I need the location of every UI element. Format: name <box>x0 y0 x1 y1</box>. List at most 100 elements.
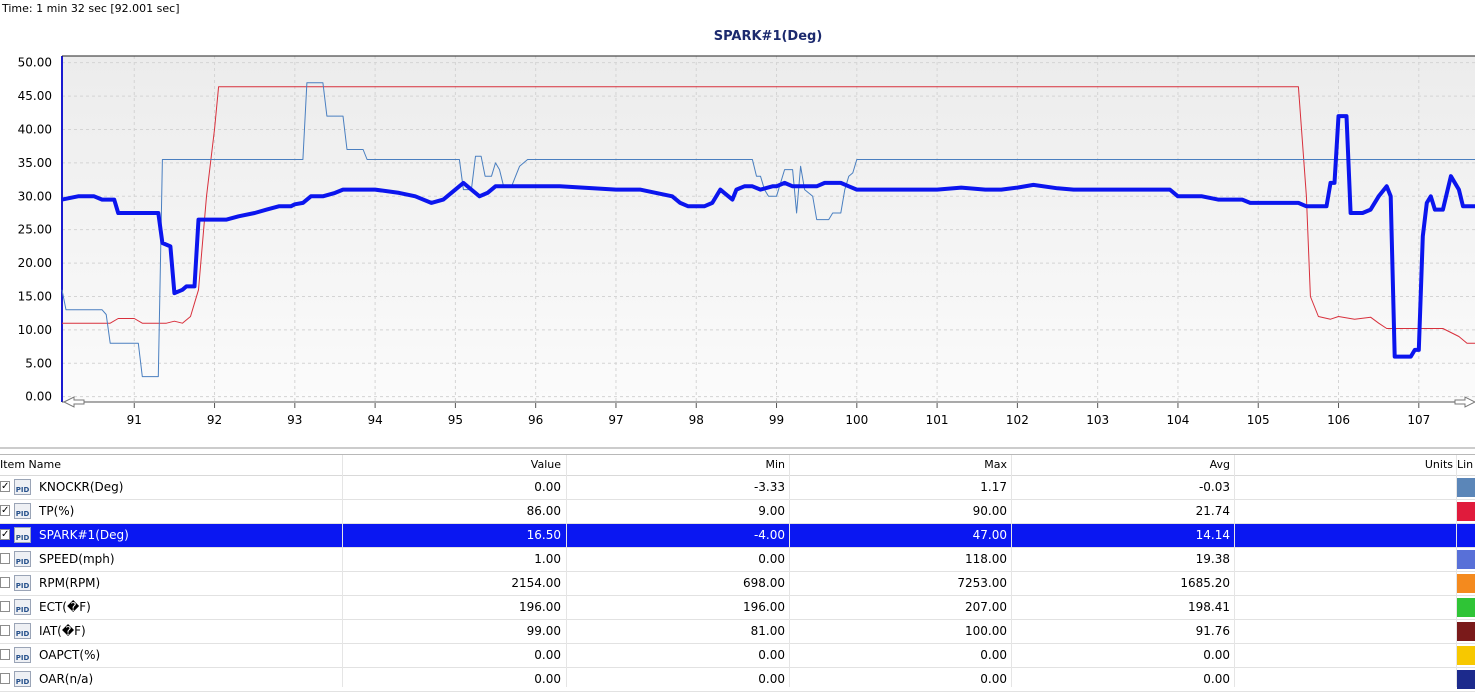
x-tick-label: 104 <box>1166 413 1189 427</box>
item-max: 0.00 <box>980 672 1007 686</box>
table-row[interactable]: ✓ PID SPARK#1(Deg) 16.50 -4.00 47.00 14.14 <box>0 524 1475 548</box>
item-min: 0.00 <box>758 648 785 662</box>
item-avg: 19.38 <box>1195 552 1230 566</box>
item-avg: 1685.20 <box>1180 576 1230 590</box>
x-tick-label: 101 <box>926 413 949 427</box>
item-name: OAPCT(%) <box>39 648 101 662</box>
item-name: SPEED(mph) <box>39 552 115 566</box>
x-tick-label: 92 <box>207 413 222 427</box>
pid-icon: PID <box>14 575 31 591</box>
item-value: 0.00 <box>534 648 561 662</box>
line-color-swatch[interactable] <box>1457 502 1475 521</box>
y-tick-label: 35.00 <box>18 156 52 170</box>
item-min: -3.33 <box>753 480 785 494</box>
item-value: 1.00 <box>534 552 561 566</box>
line-color-swatch[interactable] <box>1457 598 1475 617</box>
item-name: KNOCKR(Deg) <box>39 480 124 494</box>
row-checkbox[interactable] <box>0 649 10 660</box>
line-color-swatch[interactable] <box>1457 622 1475 641</box>
item-value: 0.00 <box>534 480 561 494</box>
x-tick-label: 107 <box>1407 413 1430 427</box>
x-tick-label: 95 <box>448 413 463 427</box>
row-checkbox[interactable] <box>0 601 10 612</box>
x-tick-label: 97 <box>608 413 623 427</box>
y-tick-label: 25.00 <box>18 223 52 237</box>
y-tick-label: 40.00 <box>18 122 52 136</box>
y-tick-label: 45.00 <box>18 89 52 103</box>
y-tick-label: 20.00 <box>18 256 52 270</box>
y-tick-label: 15.00 <box>18 289 52 303</box>
header-line[interactable]: Lin <box>1457 458 1473 471</box>
item-name: ECT(�F) <box>39 600 91 614</box>
spark-chart[interactable]: SPARK#1(Deg) 50.00 45.00 40.00 35.00 30.00 25.… <box>0 0 1475 450</box>
table-row[interactable]: PID SPEED(mph) 1.00 0.00 118.00 19.38 <box>0 548 1475 572</box>
item-value: 99.00 <box>526 624 561 638</box>
item-avg: 91.76 <box>1195 624 1230 638</box>
item-value: 2154.00 <box>511 576 561 590</box>
item-avg: 21.74 <box>1195 504 1230 518</box>
x-tick-label: 93 <box>287 413 302 427</box>
row-checkbox[interactable] <box>0 577 10 588</box>
pid-icon: PID <box>14 599 31 615</box>
pid-icon: PID <box>14 479 31 495</box>
x-tick-label: 105 <box>1247 413 1270 427</box>
item-value: 16.50 <box>526 528 561 542</box>
header-min[interactable]: Min <box>765 458 785 471</box>
item-avg: 14.14 <box>1195 528 1230 542</box>
item-max: 7253.00 <box>957 576 1007 590</box>
row-checkbox[interactable] <box>0 553 10 564</box>
item-value: 0.00 <box>534 672 561 686</box>
row-checkbox[interactable] <box>0 625 10 636</box>
item-min: 196.00 <box>743 600 785 614</box>
header-avg[interactable]: Avg <box>1210 458 1230 471</box>
x-tick-label: 94 <box>367 413 382 427</box>
table-row[interactable]: PID OAPCT(%) 0.00 0.00 0.00 0.00 <box>0 644 1475 668</box>
x-tick-label: 96 <box>528 413 543 427</box>
table-row[interactable]: ✓ PID KNOCKR(Deg) 0.00 -3.33 1.17 -0.03 <box>0 476 1475 500</box>
table-row[interactable]: ✓ PID TP(%) 86.00 9.00 90.00 21.74 <box>0 500 1475 524</box>
item-name: RPM(RPM) <box>39 576 101 590</box>
x-tick-label: 91 <box>127 413 142 427</box>
item-name: TP(%) <box>39 504 75 518</box>
table-row[interactable]: PID IAT(�F) 99.00 81.00 100.00 91.76 <box>0 620 1475 644</box>
item-min: 9.00 <box>758 504 785 518</box>
header-item-name[interactable]: Item Name <box>0 458 61 471</box>
pid-icon: PID <box>14 503 31 519</box>
header-value[interactable]: Value <box>531 458 561 471</box>
table-row[interactable]: PID ECT(�F) 196.00 196.00 207.00 198.41 <box>0 596 1475 620</box>
pid-icon: PID <box>14 551 31 567</box>
row-checkbox[interactable]: ✓ <box>0 505 10 516</box>
x-tick-label: 103 <box>1086 413 1109 427</box>
x-tick-label: 106 <box>1327 413 1350 427</box>
item-max: 100.00 <box>965 624 1007 638</box>
line-color-swatch[interactable] <box>1457 526 1475 545</box>
item-min: 0.00 <box>758 552 785 566</box>
line-color-swatch[interactable] <box>1457 670 1475 689</box>
line-color-swatch[interactable] <box>1457 646 1475 665</box>
table-row[interactable]: PID OAR(n/a) 0.00 0.00 0.00 0.00 <box>0 668 1475 692</box>
item-max: 118.00 <box>965 552 1007 566</box>
item-max: 47.00 <box>972 528 1007 542</box>
item-min: -4.00 <box>753 528 785 542</box>
item-value: 196.00 <box>519 600 561 614</box>
row-checkbox[interactable]: ✓ <box>0 481 10 492</box>
item-max: 0.00 <box>980 648 1007 662</box>
header-max[interactable]: Max <box>984 458 1007 471</box>
plot-area <box>62 56 1475 402</box>
chart-title: SPARK#1(Deg) <box>714 29 823 44</box>
x-tick-label: 100 <box>845 413 868 427</box>
item-max: 90.00 <box>972 504 1007 518</box>
item-max: 207.00 <box>965 600 1007 614</box>
x-tick-label: 102 <box>1006 413 1029 427</box>
item-avg: 0.00 <box>1203 648 1230 662</box>
header-units[interactable]: Units <box>1425 458 1453 471</box>
line-color-swatch[interactable] <box>1457 478 1475 497</box>
table-row[interactable]: PID RPM(RPM) 2154.00 698.00 7253.00 1685.20 <box>0 572 1475 596</box>
line-color-swatch[interactable] <box>1457 550 1475 569</box>
line-color-swatch[interactable] <box>1457 574 1475 593</box>
row-checkbox[interactable] <box>0 673 10 684</box>
pid-table: Item Name Value Min Max Avg Units Lin ✓ P… <box>0 454 1475 692</box>
y-tick-label: 50.00 <box>18 56 52 70</box>
row-checkbox[interactable]: ✓ <box>0 529 10 540</box>
y-tick-label: 30.00 <box>18 189 52 203</box>
